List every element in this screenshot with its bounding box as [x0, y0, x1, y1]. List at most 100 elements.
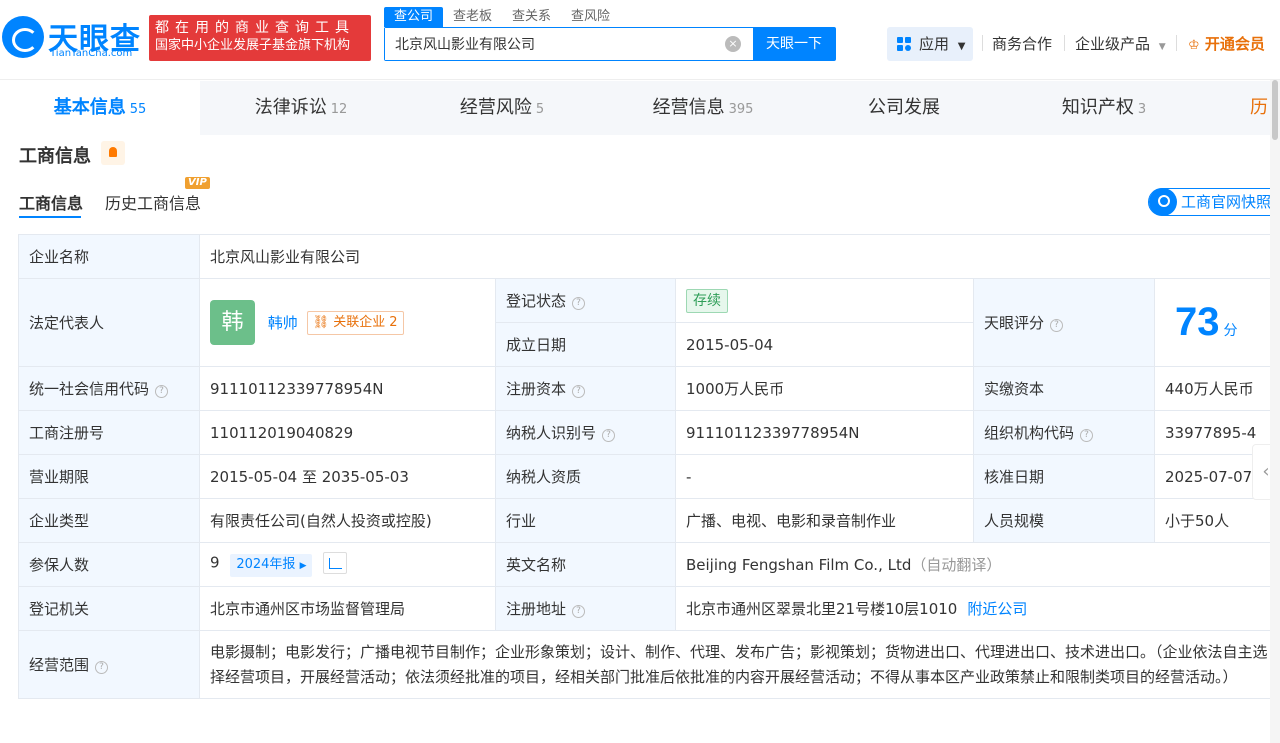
search-tab-company[interactable]: 查公司 [384, 7, 444, 27]
slogan-line2: 国家中小企业发展子基金旗下机构 [155, 38, 351, 53]
table-row: 法定代表人 韩 韩帅 ⛓ 关联企业 2 登记状态? 存续 天眼评分? 73 分 [18, 278, 1280, 367]
help-icon[interactable]: ? [602, 429, 616, 442]
help-icon[interactable]: ? [572, 297, 586, 310]
clear-icon[interactable]: × [725, 36, 741, 52]
scrollbar-thumb[interactable] [1272, 80, 1278, 140]
label-reg-capital: 注册资本? [495, 366, 676, 411]
vip-link-label: 开通会员 [1204, 35, 1265, 53]
caret-right-icon: ▶ [299, 560, 307, 571]
tab-label: 公司发展 [868, 97, 940, 118]
tianyan-score: 73 [1175, 300, 1220, 344]
label-score-text: 天眼评分 [984, 314, 1045, 332]
help-icon[interactable]: ? [1050, 319, 1064, 332]
english-name-cell: Beijing Fengshan Film Co., Ltd（自动翻译） [675, 542, 1280, 587]
label-legal-rep: 法定代表人 [18, 278, 200, 367]
search-button[interactable]: 天眼一下 [753, 28, 835, 60]
search-tab-boss[interactable]: 查老板 [443, 7, 502, 27]
help-icon[interactable]: ? [572, 385, 586, 398]
label-reg-capital-text: 注册资本 [506, 380, 567, 398]
search-tab-relation[interactable]: 查关系 [502, 7, 561, 27]
tab-count: 12 [330, 102, 348, 117]
tab-operation[interactable]: 经营信息 395 [602, 81, 804, 135]
avatar[interactable]: 韩 [210, 300, 255, 345]
tab-label: 基本信息 [53, 97, 126, 118]
associated-companies-count: 2 [389, 314, 398, 330]
top-header: 天眼查 TianYanCha.com 都在用的商业查询工具 国家中小企业发展子基… [0, 0, 1280, 80]
divider [1064, 35, 1065, 51]
industry: 广播、电视、电影和录音制作业 [675, 498, 974, 543]
search-tabs: 查公司 查老板 查关系 查风险 [384, 7, 620, 27]
bell-icon[interactable] [101, 141, 125, 165]
tab-basic-info[interactable]: 基本信息 55 [0, 81, 200, 135]
tab-risk[interactable]: 经营风险 5 [402, 81, 602, 135]
slogan-line1: 都在用的商业查询工具 [155, 20, 355, 36]
subtab-history-info[interactable]: 历史工商信息 [105, 190, 201, 214]
chevron-down-icon: ▼ [957, 41, 966, 52]
subtab-active-indicator [19, 216, 81, 218]
grid-icon [897, 37, 911, 51]
business-scope: 电影摄制；电影发行；广播电视节目制作；企业形象策划；设计、制作、代理、发布广告；… [199, 630, 1280, 699]
tab-label: 知识产权 [1061, 97, 1134, 118]
help-icon[interactable]: ? [95, 661, 109, 674]
label-reg-status: 登记状态? [495, 278, 676, 323]
official-snapshot-button[interactable]: 工商官网快照 [1148, 188, 1280, 216]
nearby-companies-link[interactable]: 附近公司 [967, 600, 1027, 618]
label-english-name: 英文名称 [495, 542, 676, 587]
label-paid-capital: 实缴资本 [973, 366, 1155, 411]
label-company-name: 企业名称 [18, 234, 200, 279]
label-founded: 成立日期 [495, 322, 676, 367]
tab-label: 经营风险 [459, 97, 532, 118]
tab-count: 55 [129, 102, 147, 117]
logo-eye-icon [2, 16, 44, 58]
score-unit: 分 [1223, 323, 1238, 339]
search-tab-risk[interactable]: 查风险 [561, 7, 620, 27]
vip-link[interactable]: ♔ 开通会员 [1188, 33, 1265, 54]
table-row: 统一社会信用代码? 91110112339778954N 注册资本? 1000万… [18, 366, 1280, 411]
annual-report-tag[interactable]: 2024年报 ▶ [230, 553, 313, 577]
tab-count: 3 [1137, 102, 1147, 117]
search-input[interactable] [385, 28, 725, 60]
logo[interactable]: 天眼查 TianYanCha.com [0, 14, 145, 64]
credit-code: 91110112339778954N [199, 366, 496, 411]
table-row: 营业期限 2015-05-04 至 2035-05-03 纳税人资质 - 核准日… [18, 454, 1280, 499]
taxpayer-qual: - [675, 454, 974, 499]
tab-history[interactable]: 历 [1204, 81, 1280, 135]
label-score: 天眼评分? [973, 278, 1155, 367]
label-insured: 参保人数 [18, 542, 200, 587]
insured-count: 9 [210, 553, 220, 572]
table-row: 参保人数 9 2024年报 ▶ 英文名称 Beijing Fengshan Fi… [18, 542, 1280, 587]
english-name: Beijing Fengshan Film Co., Ltd [686, 556, 912, 574]
tab-label: 经营信息 [652, 97, 725, 118]
app-menu-button[interactable]: 应用 ▼ [887, 27, 973, 61]
tab-legal[interactable]: 法律诉讼 12 [200, 81, 402, 135]
reg-address: 北京市通州区翠景北里21号楼10层1010 [686, 600, 958, 618]
tab-label: 法律诉讼 [254, 97, 327, 118]
auto-translate-note: （自动翻译） [911, 556, 1002, 574]
company-name: 北京风山影业有限公司 [199, 234, 1280, 279]
tab-ip[interactable]: 知识产权 3 [1004, 81, 1204, 135]
associated-companies-button[interactable]: ⛓ 关联企业 2 [306, 310, 404, 335]
label-reg-status-text: 登记状态 [506, 292, 567, 310]
nav-enterprise-products[interactable]: 企业级产品 ▼ [1075, 33, 1166, 54]
reg-authority: 北京市通州区市场监督管理局 [199, 586, 496, 631]
label-scope: 经营范围? [18, 630, 200, 699]
trend-chart-icon[interactable] [323, 552, 348, 575]
scrollbar[interactable] [1270, 80, 1280, 743]
help-icon[interactable]: ? [1080, 429, 1094, 442]
staff-size: 小于50人 [1154, 498, 1280, 543]
annual-report-label: 2024年报 [236, 556, 296, 572]
score-cell[interactable]: 73 分 [1154, 278, 1280, 367]
insured-cell: 9 2024年报 ▶ [199, 542, 496, 587]
subtab-business-info[interactable]: 工商信息 [19, 190, 83, 214]
legal-rep-name[interactable]: 韩帅 [268, 314, 298, 332]
help-icon[interactable]: ? [155, 385, 169, 398]
reg-status-cell: 存续 [675, 278, 974, 323]
label-authority: 登记机关 [18, 586, 200, 631]
label-org-code: 组织机构代码? [973, 410, 1155, 455]
help-icon[interactable]: ? [572, 605, 586, 618]
table-row: 登记机关 北京市通州区市场监督管理局 注册地址? 北京市通州区翠景北里21号楼1… [18, 586, 1280, 631]
divider [1176, 35, 1177, 51]
company-type: 有限责任公司(自然人投资或控股) [199, 498, 496, 543]
nav-business-cooperation[interactable]: 商务合作 [992, 33, 1052, 54]
tab-development[interactable]: 公司发展 [804, 81, 1004, 135]
